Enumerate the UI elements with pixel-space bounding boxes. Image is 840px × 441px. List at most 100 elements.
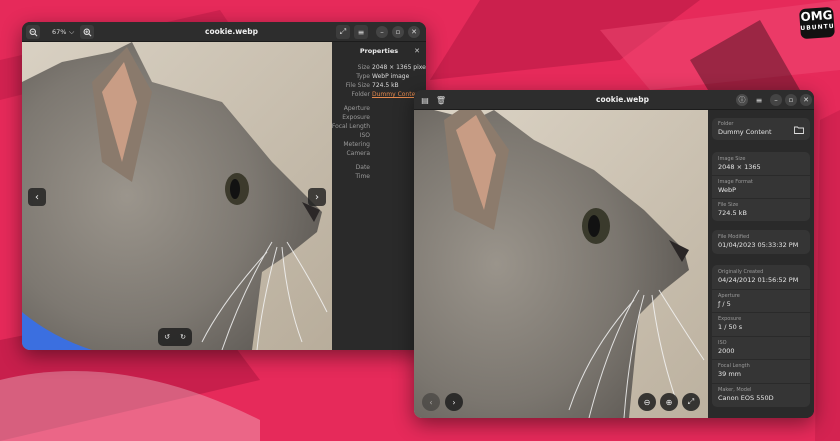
previous-image-button[interactable]: ‹ — [28, 188, 46, 206]
omg-ubuntu-logo: OMG UBUNTU — [798, 6, 836, 40]
property-row: Focal Length — [332, 122, 426, 131]
card-separator — [712, 175, 810, 176]
maximize-button[interactable]: ▫ — [392, 26, 404, 38]
property-field: Focal Length 39 mm — [718, 363, 750, 379]
zoom-in-button-2[interactable]: ⊕ — [660, 393, 678, 411]
trash-button[interactable]: 🗑 — [434, 93, 448, 107]
field-label: Image Size — [718, 156, 746, 162]
maximize-icon: ▫ — [395, 28, 401, 36]
property-key: Folder — [351, 91, 370, 98]
field-label: ISO — [718, 339, 727, 346]
property-field: Maker, Model Canon EOS 550D — [718, 387, 774, 403]
property-row: File Size 724.5 kB — [332, 81, 426, 90]
property-field: Exposure 1 / 50 s — [718, 316, 742, 332]
fullscreen-icon: ⤢ — [339, 27, 347, 36]
main-menu-button-2[interactable]: ≡ — [752, 93, 766, 107]
close-icon: ✕ — [411, 28, 417, 36]
property-key: Type — [356, 73, 370, 80]
field-value: 39 mm — [718, 370, 742, 379]
field-label: Originally Created — [718, 269, 764, 275]
zoom-out-button-2[interactable]: ⊖ — [638, 393, 656, 411]
property-row: Camera — [332, 149, 426, 158]
close-button[interactable]: ✕ — [408, 26, 420, 38]
modified-value: 01/04/2023 05:33:32 PM — [718, 241, 799, 249]
property-row: ISO — [332, 131, 426, 140]
property-field: ISO 2000 — [718, 340, 735, 356]
properties-toggle-button[interactable]: ⓘ — [736, 94, 748, 106]
properties-title: Properties — [359, 47, 399, 55]
open-folder-icon[interactable] — [794, 126, 804, 134]
properties-sidebar: Folder Dummy Content Image Size 2048 × 13… — [708, 110, 814, 418]
logo-line2: UBUNTU — [800, 22, 835, 33]
property-key: Focal Length — [331, 123, 370, 130]
header-bar: 67% ⌵ cookie.webp ⤢ ≡ – ▫ ✕ — [22, 22, 426, 42]
minimize-icon: – — [774, 96, 778, 104]
field-label: Exposure — [718, 316, 742, 323]
field-value: 724.5 kB — [718, 209, 747, 217]
property-row: Date — [332, 163, 426, 172]
rotate-left-button[interactable]: ↺ — [161, 331, 173, 343]
field-value: WebP — [718, 186, 737, 194]
field-label: Aperture — [718, 292, 740, 299]
image-info-card: Image Size 2048 × 1365 Image Format WebP Fil… — [712, 152, 810, 221]
image-viewer-window-new: ▤ 🗑 cookie.webp ⓘ ≡ – ▫ ✕ ‹ › ⊖ ⊕ ⤢ Fold… — [414, 90, 814, 418]
card-separator — [712, 383, 810, 384]
zoom-level[interactable]: 67% — [52, 22, 66, 42]
properties-close-icon[interactable]: ✕ — [414, 47, 420, 55]
minimize-button[interactable]: – — [376, 26, 388, 38]
field-label: Image Format — [718, 179, 753, 185]
property-key: Size — [357, 64, 370, 71]
field-value: Canon EOS 550D — [718, 394, 774, 402]
previous-image-button-2[interactable]: ‹ — [422, 393, 440, 411]
property-key: Camera — [346, 150, 370, 157]
rotate-controls: ↺ ↻ — [158, 328, 192, 346]
main-menu-button[interactable]: ≡ — [354, 25, 368, 39]
field-value: 04/24/2012 01:56:52 PM — [718, 276, 799, 284]
fullscreen-button[interactable]: ⤢ — [336, 25, 350, 39]
zoom-out-icon — [29, 28, 37, 36]
close-button-2[interactable]: ✕ — [800, 94, 812, 106]
fullscreen-icon: ⤢ — [687, 397, 695, 406]
properties-panel: Properties ✕ Size 2048 × 1365 pixels Type W… — [332, 42, 426, 350]
field-value: ƒ / 5 — [718, 299, 731, 308]
property-row: Aperture — [332, 104, 426, 113]
property-key: Aperture — [343, 105, 370, 112]
info-icon: ⓘ — [738, 96, 746, 104]
maximize-button-2[interactable]: ▫ — [785, 94, 797, 106]
rotate-right-button[interactable]: ↻ — [177, 331, 189, 343]
chevron-right-icon: › — [315, 191, 319, 203]
property-key: ISO — [359, 132, 370, 139]
property-value: 2048 × 1365 pixels — [372, 64, 426, 71]
card-separator — [712, 335, 810, 337]
window-title-2: cookie.webp — [596, 95, 649, 104]
property-field: Image Format WebP — [718, 179, 753, 195]
zoom-dropdown-chevron-icon[interactable]: ⌵ — [69, 22, 74, 42]
field-value: 2000 — [718, 346, 735, 355]
property-key: Time — [355, 173, 370, 180]
minimize-button-2[interactable]: – — [770, 94, 782, 106]
zoom-in-button[interactable] — [80, 25, 94, 39]
card-separator — [712, 312, 810, 314]
open-button[interactable]: ▤ — [418, 93, 432, 107]
image-viewer-window-classic: 67% ⌵ cookie.webp ⤢ ≡ – ▫ ✕ ‹ › ↺ ↻ Prop… — [22, 22, 426, 350]
property-field: File Size 724.5 kB — [718, 202, 747, 218]
cat-photo-2 — [414, 110, 708, 418]
zoom-out-icon: ⊖ — [643, 397, 651, 407]
chevron-right-icon: › — [452, 397, 456, 407]
zoom-in-icon — [83, 28, 91, 36]
chevron-left-icon: ‹ — [35, 191, 39, 203]
field-label: File Size — [718, 202, 739, 208]
trash-icon: 🗑 — [435, 95, 447, 105]
chevron-left-icon: ‹ — [429, 397, 433, 407]
property-row: Folder Dummy Content — [332, 90, 426, 99]
next-image-button[interactable]: › — [308, 188, 326, 206]
next-image-button-2[interactable]: › — [445, 393, 463, 411]
open-file-icon: ▤ — [421, 95, 429, 105]
property-key: File Size — [345, 82, 370, 89]
field-value: 2048 × 1365 — [718, 163, 761, 171]
fullscreen-button-2[interactable]: ⤢ — [682, 393, 700, 411]
zoom-out-button[interactable] — [26, 25, 40, 39]
property-field: Originally Created 04/24/2012 01:56:52 PM — [718, 269, 798, 285]
minimize-icon: – — [380, 28, 384, 36]
folder-card[interactable]: Folder Dummy Content — [712, 118, 810, 140]
